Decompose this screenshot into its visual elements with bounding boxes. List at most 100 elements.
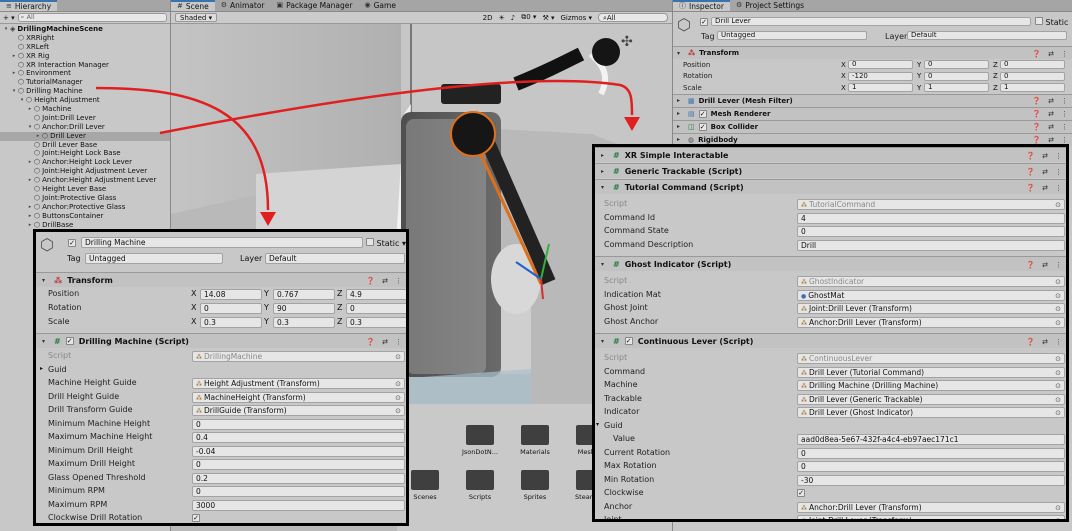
object-picker-icon[interactable]: ⊙	[395, 394, 401, 402]
object-picker-icon[interactable]: ⊙	[395, 380, 401, 388]
hierarchy-item[interactable]: ⬡ Joint:Height Lock Base	[0, 149, 170, 158]
hierarchy-item[interactable]: ▾ ⬡ Drilling Machine	[0, 87, 170, 96]
tab-project-settings[interactable]: ⚙ Project Settings	[730, 0, 810, 11]
transform-x-field[interactable]: 14.08	[200, 289, 262, 300]
transform-x-field[interactable]: 0.3	[200, 317, 262, 328]
foldout-arrow-icon[interactable]: ▸	[26, 212, 34, 221]
component-header[interactable]: ▸ ◫ ✓ Box Collider ❓ ⇄ ⋮	[673, 119, 1072, 133]
callout-component-header[interactable]: ▾ # ✓ Continuous Lever (Script) ❓ ⇄ ⋮	[595, 333, 1066, 348]
more-icon[interactable]: ⋮	[1055, 261, 1062, 269]
component-header[interactable]: ▸ ▦ Drill Lever (Mesh Filter) ❓ ⇄ ⋮	[673, 93, 1072, 107]
transform-y-field[interactable]: 0	[924, 60, 989, 69]
more-icon[interactable]: ⋮	[1061, 97, 1068, 105]
foldout-arrow-icon[interactable]: ▸	[10, 69, 18, 78]
field-value[interactable]: 0.4	[192, 432, 405, 443]
transform-z-field[interactable]: 4.9	[346, 289, 406, 300]
field-value[interactable]: ⁂ TutorialCommand ⊙	[797, 199, 1065, 210]
more-icon[interactable]: ⋮	[395, 277, 402, 285]
callout-object-name-field[interactable]: Drilling Machine	[81, 237, 363, 248]
tab-animator[interactable]: ⚙ Animator	[215, 0, 271, 11]
more-icon[interactable]: ⋮	[1061, 136, 1068, 144]
foldout-arrow-icon[interactable]: ▾	[26, 123, 34, 132]
transform-z-field[interactable]: 0	[1000, 60, 1065, 69]
hierarchy-search-input[interactable]: ⌕ All	[17, 13, 167, 22]
field-value[interactable]: ⁂ Anchor:Drill Lever (Transform) ⊙	[797, 316, 1065, 328]
field-value[interactable]: ⁂ Drill Lever (Ghost Indicator) ⊙	[797, 407, 1065, 418]
field-value[interactable]: ⁂ DrillingMachine ⊙	[192, 351, 405, 362]
hierarchy-item[interactable]: ▸ ⬡ Anchor:Height Lock Lever	[0, 158, 170, 167]
callout-active-checkbox[interactable]: ✓	[68, 238, 76, 247]
effects-dropdown[interactable]: ⧉0 ▾	[521, 13, 536, 22]
component-enabled-checkbox[interactable]: ✓	[698, 122, 707, 131]
object-picker-icon[interactable]: ⊙	[1055, 319, 1061, 327]
field-value[interactable]: -0.04	[192, 445, 405, 457]
help-icon[interactable]: ❓	[1026, 261, 1035, 269]
callout-component-header[interactable]: ▸ # Generic Trackable (Script) ❓ ⇄ ⋮	[595, 163, 1066, 178]
lighting-icon[interactable]: ☀	[498, 14, 504, 22]
transform-y-field[interactable]: 1	[924, 83, 989, 92]
foldout-arrow-icon[interactable]: ▸	[34, 132, 42, 141]
audio-icon[interactable]: ♪	[511, 14, 515, 22]
more-icon[interactable]: ⋮	[1061, 50, 1068, 58]
help-icon[interactable]: ❓	[1026, 184, 1035, 192]
hierarchy-item[interactable]: ▾ ⬡ Anchor:Drill Lever	[0, 123, 170, 132]
object-picker-icon[interactable]: ⊙	[1055, 201, 1061, 209]
preset-icon[interactable]: ⇄	[1042, 152, 1048, 160]
more-icon[interactable]: ⋮	[1055, 168, 1062, 176]
foldout-arrow-icon[interactable]: ▾	[596, 421, 599, 428]
component-enabled-checkbox[interactable]: ✓	[624, 337, 633, 345]
hierarchy-item[interactable]: ⬡ XR Interaction Manager	[0, 61, 170, 70]
hierarchy-item[interactable]: ▾ ◈ DrillingMachineScene	[0, 25, 170, 34]
add-button[interactable]: + ▾	[3, 14, 15, 22]
preset-icon[interactable]: ⇄	[382, 277, 388, 285]
callout-component-header[interactable]: ▾ # Tutorial Command (Script) ❓ ⇄ ⋮	[595, 179, 1066, 194]
gizmos-dropdown[interactable]: Gizmos ▾	[560, 14, 592, 22]
transform-z-field[interactable]: 1	[1000, 83, 1065, 92]
script-enabled-checkbox[interactable]: ✓	[65, 337, 74, 345]
field-value[interactable]: 0	[192, 459, 405, 470]
field-value[interactable]: ● GhostMat ⊙	[797, 289, 1065, 301]
scene-search-input[interactable]: ⌕All	[598, 13, 668, 22]
help-icon[interactable]: ❓	[1026, 168, 1035, 176]
tab-hierarchy[interactable]: ≡ Hierarchy	[0, 0, 58, 11]
foldout-arrow-icon[interactable]: ▸	[40, 365, 43, 372]
callout-static-checkbox[interactable]: Static ▾	[366, 238, 406, 248]
field-value[interactable]: ⁂ Anchor:Drill Lever (Transform) ⊙	[797, 501, 1065, 513]
foldout-arrow-icon[interactable]: ▸	[26, 203, 34, 212]
mode-2d-toggle[interactable]: 2D	[483, 14, 493, 22]
hierarchy-item[interactable]: ▸ ⬡ XR Rig	[0, 52, 170, 61]
foldout-arrow-icon[interactable]: ▾	[2, 25, 10, 34]
transform-x-field[interactable]: -120	[848, 71, 913, 81]
preset-icon[interactable]: ⇄	[1042, 338, 1048, 346]
drill-lever-knob[interactable]	[450, 111, 496, 157]
field-value[interactable]: 0	[192, 418, 405, 430]
field-value[interactable]: 0	[797, 461, 1065, 472]
field-value[interactable]: 0.2	[192, 472, 405, 484]
field-checkbox[interactable]: ✓	[797, 489, 805, 497]
transform-y-field[interactable]: 0.3	[273, 317, 335, 328]
preset-icon[interactable]: ⇄	[1048, 97, 1054, 105]
help-icon[interactable]: ❓	[1032, 110, 1041, 118]
hierarchy-item[interactable]: ⬡ Drill Lever Base	[0, 141, 170, 150]
hierarchy-item[interactable]: ⬡ Joint:Drill Lever	[0, 114, 170, 123]
field-value[interactable]: Drill	[797, 239, 1065, 251]
field-value[interactable]: 0	[192, 486, 405, 497]
object-picker-icon[interactable]: ⊙	[1055, 305, 1061, 313]
object-name-field[interactable]: Drill Lever	[711, 17, 1031, 26]
callout-layer-dropdown[interactable]: Default	[265, 253, 405, 264]
more-icon[interactable]: ⋮	[1061, 123, 1068, 131]
object-picker-icon[interactable]: ⊙	[1055, 409, 1061, 417]
object-picker-icon[interactable]: ⊙	[395, 353, 401, 361]
help-icon[interactable]: ❓	[366, 277, 375, 285]
preset-icon[interactable]: ⇄	[1048, 50, 1054, 58]
field-value[interactable]: 0	[797, 226, 1065, 237]
project-folder[interactable]: JsonDotN...	[456, 425, 504, 456]
field-value[interactable]: ⁂ GhostIndicator ⊙	[797, 276, 1065, 287]
field-value[interactable]: ⁂ Joint:Drill Lever (Transform) ⊙	[797, 515, 1065, 519]
object-picker-icon[interactable]: ⊙	[1055, 517, 1061, 519]
project-folder[interactable]: Sprites	[511, 470, 559, 501]
transform-header[interactable]: ▾ ⁂ Transform ❓ ⇄ ⋮	[673, 46, 1072, 59]
tab-game[interactable]: ◉ Game	[359, 0, 402, 11]
object-picker-icon[interactable]: ⊙	[1055, 504, 1061, 512]
transform-y-field[interactable]: 0	[924, 71, 989, 81]
